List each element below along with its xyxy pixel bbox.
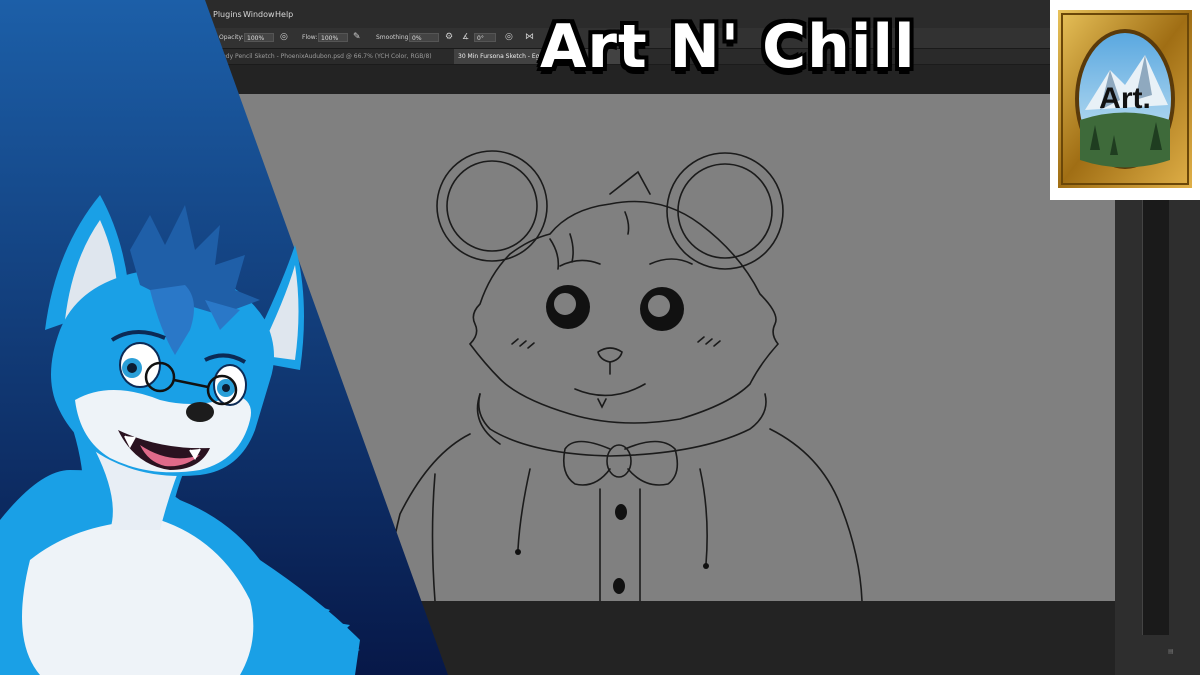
framed-painting-logo: Art. (1058, 10, 1192, 188)
angle-field[interactable]: 0° (474, 33, 496, 42)
stream-title: Art N' Chill (540, 12, 916, 82)
streamer-panel (0, 0, 448, 675)
vertical-scrollbar[interactable] (1142, 190, 1169, 635)
resize-grip-icon[interactable]: ▤ (1168, 648, 1174, 655)
butterfly-icon[interactable]: ⋈ (525, 32, 534, 42)
art-logo-card: Art. (1050, 0, 1200, 200)
pressure-size-icon[interactable]: ◎ (505, 32, 513, 42)
logo-text: Art. (1099, 82, 1151, 115)
angle-icon: ∡ (462, 32, 470, 41)
